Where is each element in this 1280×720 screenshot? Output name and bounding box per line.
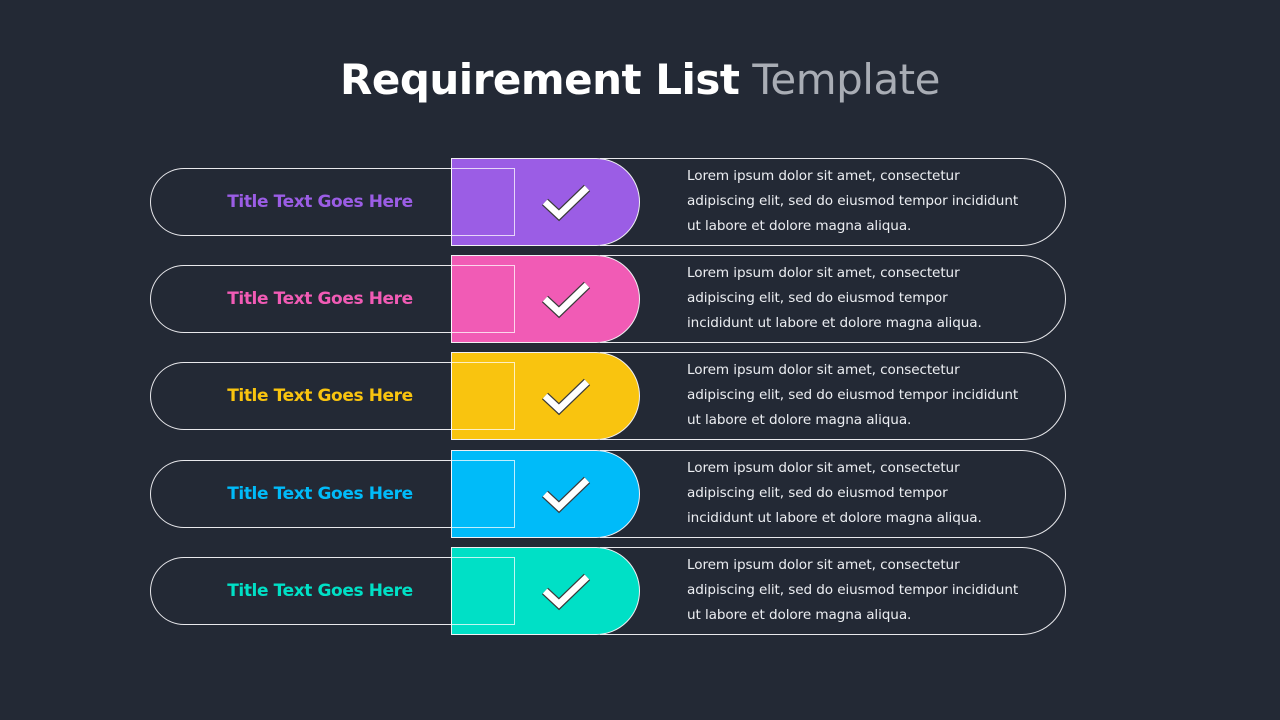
description-line: Lorem ipsum dolor sit amet, consectetur: [687, 265, 960, 281]
requirement-row: Title Text Goes Here Lorem ipsum dolor s…: [0, 352, 1280, 440]
inner-frame: [451, 460, 515, 528]
inner-frame: [451, 265, 515, 333]
requirement-description: Lorem ipsum dolor sit amet, consectetur …: [687, 358, 1047, 433]
page-title: Requirement List Template: [0, 52, 1280, 108]
inner-frame: [451, 168, 515, 236]
requirement-title-text: Title Text Goes Here: [227, 192, 413, 212]
description-line: incididunt ut labore et dolore magna ali…: [687, 315, 982, 331]
requirement-title: Title Text Goes Here: [150, 557, 490, 625]
checkmark-icon: [541, 378, 591, 416]
requirement-title: Title Text Goes Here: [150, 265, 490, 333]
checkmark-icon: [541, 184, 591, 222]
description-line: incididunt ut labore et dolore magna ali…: [687, 510, 982, 526]
description-line: ut labore et dolore magna aliqua.: [687, 218, 912, 234]
requirement-description: Lorem ipsum dolor sit amet, consectetur …: [687, 553, 1047, 628]
requirement-description: Lorem ipsum dolor sit amet, consectetur …: [687, 261, 1047, 336]
requirement-title: Title Text Goes Here: [150, 460, 490, 528]
checkmark-icon: [541, 476, 591, 514]
requirement-row: Title Text Goes Here Lorem ipsum dolor s…: [0, 158, 1280, 246]
description-line: ut labore et dolore magna aliqua.: [687, 412, 912, 428]
inner-frame: [451, 362, 515, 430]
requirement-title: Title Text Goes Here: [150, 362, 490, 430]
description-line: adipiscing elit, sed do eiusmod tempor: [687, 290, 948, 306]
description-line: adipiscing elit, sed do eiusmod tempor i…: [687, 193, 1019, 209]
inner-frame: [451, 557, 515, 625]
requirement-title: Title Text Goes Here: [150, 168, 490, 236]
description-line: Lorem ipsum dolor sit amet, consectetur: [687, 168, 960, 184]
requirement-row: Title Text Goes Here Lorem ipsum dolor s…: [0, 255, 1280, 343]
requirement-title-text: Title Text Goes Here: [227, 581, 413, 601]
requirement-row: Title Text Goes Here Lorem ipsum dolor s…: [0, 450, 1280, 538]
description-line: ut labore et dolore magna aliqua.: [687, 607, 912, 623]
description-line: adipiscing elit, sed do eiusmod tempor i…: [687, 582, 1019, 598]
requirement-title-text: Title Text Goes Here: [227, 484, 413, 504]
requirement-title-text: Title Text Goes Here: [227, 289, 413, 309]
requirement-description: Lorem ipsum dolor sit amet, consectetur …: [687, 164, 1047, 239]
title-bold: Requirement List: [340, 55, 740, 104]
requirement-description: Lorem ipsum dolor sit amet, consectetur …: [687, 456, 1047, 531]
title-light: Template: [752, 55, 940, 104]
requirement-title-text: Title Text Goes Here: [227, 386, 413, 406]
checkmark-icon: [541, 573, 591, 611]
description-line: adipiscing elit, sed do eiusmod tempor i…: [687, 387, 1019, 403]
description-line: adipiscing elit, sed do eiusmod tempor: [687, 485, 948, 501]
description-line: Lorem ipsum dolor sit amet, consectetur: [687, 362, 960, 378]
description-line: Lorem ipsum dolor sit amet, consectetur: [687, 557, 960, 573]
checkmark-icon: [541, 281, 591, 319]
requirement-row: Title Text Goes Here Lorem ipsum dolor s…: [0, 547, 1280, 635]
description-line: Lorem ipsum dolor sit amet, consectetur: [687, 460, 960, 476]
